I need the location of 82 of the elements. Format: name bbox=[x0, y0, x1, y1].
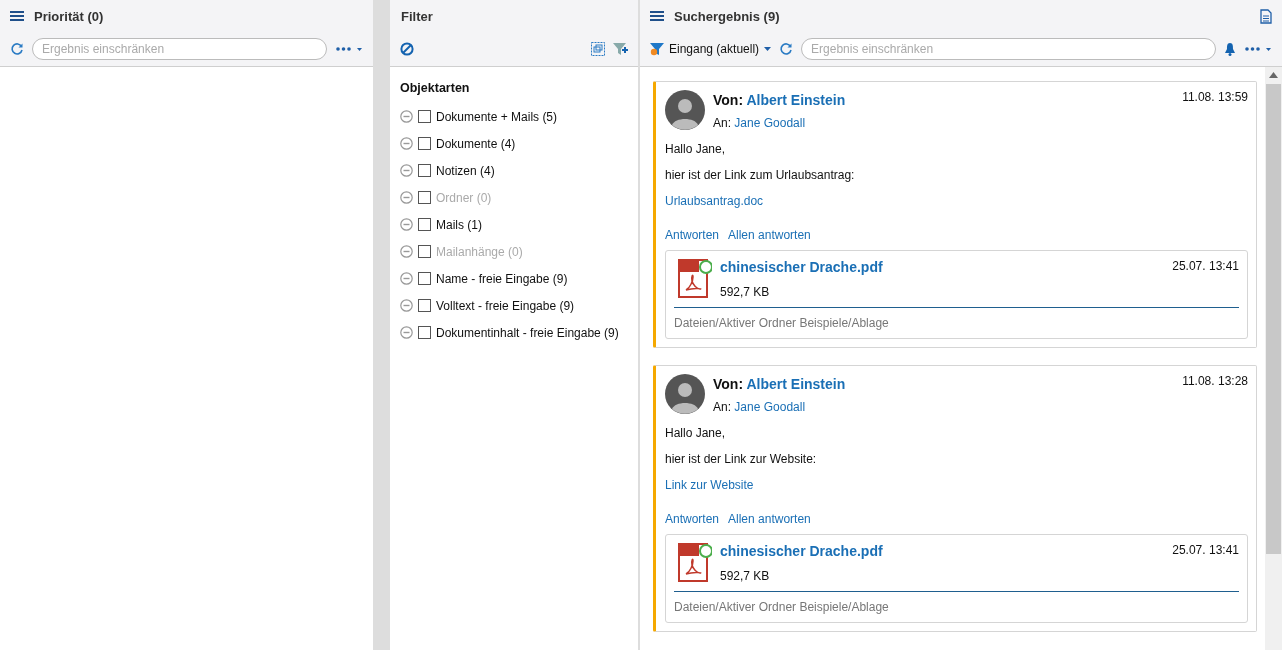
attachment-name[interactable]: chinesischer Drache.pdf bbox=[720, 259, 1165, 275]
mail-date: 11.08. 13:59 bbox=[1182, 90, 1248, 106]
greeting-text: Hallo Jane, bbox=[665, 426, 727, 440]
reply-link[interactable]: Allen antworten bbox=[728, 228, 811, 242]
folder-path: Dateien/Aktiver Ordner Beispiele/Ablage bbox=[674, 600, 890, 614]
search-field[interactable]: Ergebnis einschränken bbox=[801, 38, 1216, 60]
avatar-icon bbox=[665, 374, 705, 414]
from-label: Von: bbox=[713, 92, 744, 108]
panel-title: Suchergebnis (9) bbox=[674, 8, 780, 24]
file-size: 592,7 KB bbox=[720, 285, 771, 299]
filter-label[interactable]: Dokumentinhalt - freie Eingabe (9) bbox=[436, 325, 619, 340]
pdf-file-icon bbox=[678, 543, 712, 583]
scrollbar[interactable] bbox=[1265, 67, 1282, 650]
mail-card[interactable] bbox=[653, 81, 1257, 348]
filter-label[interactable]: Volltext - freie Eingabe (9) bbox=[436, 298, 575, 313]
checkbox[interactable] bbox=[418, 326, 431, 339]
filter-label[interactable]: Dokumente + Mails (5) bbox=[436, 109, 558, 124]
checkbox[interactable] bbox=[418, 299, 431, 312]
checkbox[interactable] bbox=[418, 110, 431, 123]
document-icon[interactable] bbox=[1260, 8, 1272, 24]
recipient-link[interactable]: Jane Goodall bbox=[734, 116, 806, 130]
sender-link[interactable]: Albert Einstein bbox=[746, 92, 846, 108]
mail-card[interactable] bbox=[653, 365, 1257, 632]
menu-icon[interactable] bbox=[650, 10, 664, 22]
attachment-card[interactable]: chinesischer Drache.pdf 592,7 KB 25.07. 13:41 Dateien/Aktiver Ordner Beispiele/Ablage bbox=[665, 534, 1248, 623]
recipient-link[interactable]: Jane Goodall bbox=[734, 400, 806, 414]
avatar-icon bbox=[665, 90, 705, 130]
to-label: An: bbox=[713, 116, 731, 130]
pdf-file-icon bbox=[678, 259, 712, 299]
scrollbar-thumb[interactable] bbox=[1266, 84, 1281, 554]
reply-link[interactable]: Antworten bbox=[665, 512, 720, 526]
checkbox[interactable] bbox=[418, 218, 431, 231]
attachment-date: 25.07. 13:41 bbox=[1172, 259, 1239, 275]
reply-link[interactable]: Allen antworten bbox=[728, 512, 811, 526]
filter-label[interactable]: Dokumente (4) bbox=[436, 136, 516, 151]
collapse-icon[interactable] bbox=[591, 42, 605, 56]
sender-link[interactable]: Albert Einstein bbox=[746, 376, 846, 392]
menu-icon[interactable] bbox=[10, 10, 24, 22]
to-label: An: bbox=[713, 400, 731, 414]
search-field[interactable]: Ergebnis einschränken bbox=[32, 38, 327, 60]
filter-icon bbox=[650, 42, 664, 56]
filter-label[interactable]: Notizen (4) bbox=[436, 163, 495, 178]
attachment-card[interactable]: chinesischer Drache.pdf 592,7 KB 25.07. 13:41 Dateien/Aktiver Ordner Beispiele/Ablage bbox=[665, 250, 1248, 339]
bell-icon[interactable] bbox=[1224, 42, 1236, 56]
section-heading: Objektarten bbox=[400, 81, 471, 95]
folder-path: Dateien/Aktiver Ordner Beispiele/Ablage bbox=[674, 316, 890, 330]
exclude-icon[interactable] bbox=[400, 164, 413, 177]
greeting-text: Hallo Jane, bbox=[665, 142, 727, 156]
file-size: 592,7 KB bbox=[720, 569, 771, 583]
reply-link[interactable]: Antworten bbox=[665, 228, 720, 242]
body-text: hier ist der Link zur Website: bbox=[665, 452, 818, 466]
exclude-icon[interactable] bbox=[400, 326, 413, 339]
checkbox[interactable] bbox=[418, 137, 431, 150]
attachment-date: 25.07. 13:41 bbox=[1172, 543, 1239, 559]
more-options-icon[interactable] bbox=[1244, 45, 1272, 53]
refresh-icon[interactable] bbox=[10, 42, 24, 56]
exclude-icon[interactable] bbox=[400, 299, 413, 312]
attachment-name[interactable]: chinesischer Drache.pdf bbox=[720, 543, 1165, 559]
body-link[interactable]: Urlaubsantrag.doc bbox=[665, 194, 764, 208]
filter-label[interactable]: Name - freie Eingabe (9) bbox=[436, 271, 568, 286]
filter-label[interactable]: Mails (1) bbox=[436, 217, 482, 232]
checkbox[interactable] bbox=[418, 272, 431, 285]
refresh-icon[interactable] bbox=[779, 42, 794, 56]
panel-title: Filter bbox=[401, 8, 433, 24]
checkbox[interactable] bbox=[418, 164, 431, 177]
body-text: hier ist der Link zum Urlaubsantrag: bbox=[665, 168, 856, 182]
exclude-icon[interactable] bbox=[400, 191, 413, 204]
more-options-icon[interactable] bbox=[335, 45, 363, 53]
caret-icon bbox=[764, 47, 772, 51]
exclude-icon[interactable] bbox=[400, 245, 413, 258]
exclude-icon[interactable] bbox=[400, 137, 413, 150]
from-label: Von: bbox=[713, 376, 744, 392]
folder-dropdown[interactable]: Eingang (aktuell) bbox=[650, 42, 772, 56]
mail-date: 11.08. 13:28 bbox=[1182, 374, 1248, 390]
panel-title: Priorität (0) bbox=[34, 8, 104, 24]
exclude-icon[interactable] bbox=[400, 272, 413, 285]
reset-filter-icon[interactable] bbox=[400, 42, 414, 56]
body-link[interactable]: Link zur Website bbox=[665, 478, 754, 492]
scroll-up-icon[interactable] bbox=[1269, 72, 1278, 78]
exclude-icon[interactable] bbox=[400, 110, 413, 123]
exclude-icon[interactable] bbox=[400, 218, 413, 231]
filter-add-icon[interactable] bbox=[613, 42, 628, 56]
